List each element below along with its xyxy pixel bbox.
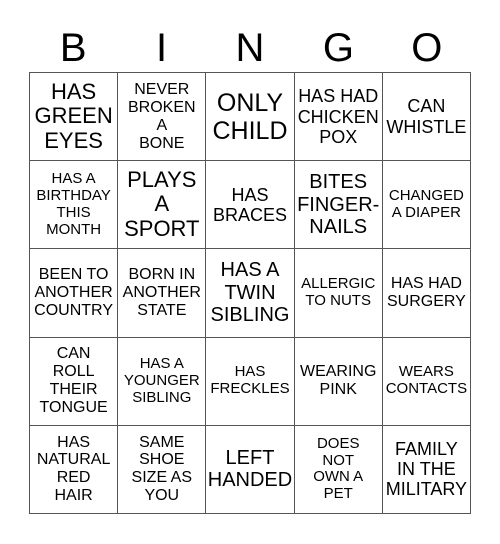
cell-text: HAS GREEN EYES [34, 78, 113, 153]
cell-text: NEVER BROKEN A BONE [128, 80, 196, 152]
bingo-cell[interactable]: HAS A BIRTHDAY THIS MONTH [30, 161, 119, 250]
bingo-cell[interactable]: BORN IN ANOTHER STATE [118, 249, 207, 338]
bingo-cell[interactable]: WEARING PINK [294, 337, 383, 426]
cell-text: HAS A YOUNGER SIBLING [123, 355, 200, 406]
cell-text: HAS HAD SURGERY [386, 275, 466, 310]
cell-text: BITES FINGER- NAILS [297, 171, 380, 238]
cell-text: HAS A BIRTHDAY THIS MONTH [36, 170, 111, 238]
cell-text: ONLY CHILD [212, 88, 288, 145]
cell-text: WEARING PINK [299, 363, 377, 399]
bingo-cell[interactable]: HAS HAD SURGERY [382, 249, 471, 338]
bingo-cell[interactable]: FAMILY IN THE MILITARY [382, 425, 471, 514]
cell-text: HAS HAD CHICKEN POX [297, 86, 379, 147]
bingo-cell[interactable]: PLAYS A SPORT [118, 161, 207, 250]
bingo-cell[interactable]: CHANGED A DIAPER [382, 161, 471, 250]
header-letter-o: O [411, 26, 443, 70]
cell-text: BORN IN ANOTHER STATE [122, 266, 201, 319]
header-letter-n: N [235, 26, 265, 70]
bingo-cell[interactable]: NEVER BROKEN A BONE [118, 73, 207, 162]
bingo-cell[interactable]: HAS FRECKLES [206, 337, 295, 426]
bingo-cell[interactable]: DOES NOT OWN A PET [294, 425, 383, 514]
bingo-header: B I N G O [29, 24, 471, 72]
bingo-cell[interactable]: ALLERGIC TO NUTS [294, 249, 383, 338]
cell-text: WEARS CONTACTS [385, 363, 468, 398]
bingo-cell[interactable]: SAME SHOE SIZE AS YOU [118, 425, 207, 514]
cell-text: CAN ROLL THEIR TONGUE [39, 345, 108, 417]
bingo-cell[interactable]: CAN ROLL THEIR TONGUE [30, 337, 119, 426]
bingo-cell[interactable]: HAS GREEN EYES [30, 73, 119, 162]
bingo-cell[interactable]: HAS HAD CHICKEN POX [294, 73, 383, 162]
bingo-cell[interactable]: HAS NATURAL RED HAIR [30, 425, 119, 514]
cell-text: CHANGED A DIAPER [388, 186, 464, 221]
bingo-grid: HAS GREEN EYES NEVER BROKEN A BONE ONLY … [29, 72, 471, 514]
header-letter-g: G [322, 26, 354, 70]
bingo-cell[interactable]: BEEN TO ANOTHER COUNTRY [30, 249, 119, 338]
bingo-cell[interactable]: BITES FINGER- NAILS [294, 161, 383, 250]
cell-text: HAS FRECKLES [210, 363, 290, 398]
bingo-cell[interactable]: HAS A TWIN SIBLING [206, 249, 295, 338]
cell-text: FAMILY IN THE MILITARY [385, 439, 468, 500]
bingo-cell[interactable]: ONLY CHILD [206, 73, 295, 162]
bingo-cell[interactable]: HAS A YOUNGER SIBLING [118, 337, 207, 426]
bingo-cell[interactable]: CAN WHISTLE [382, 73, 471, 162]
bingo-cell[interactable]: HAS BRACES [206, 161, 295, 250]
bingo-cell[interactable]: LEFT HANDED [206, 425, 295, 514]
cell-text: DOES NOT OWN A PET [313, 434, 364, 503]
header-letter-b: B [59, 26, 87, 70]
cell-text: PLAYS A SPORT [124, 166, 200, 242]
cell-text: SAME SHOE SIZE AS YOU [131, 433, 193, 505]
cell-text: LEFT HANDED [207, 447, 293, 492]
cell-text: HAS BRACES [212, 184, 287, 225]
cell-text: ALLERGIC TO NUTS [301, 275, 376, 309]
header-letter-i: I [156, 26, 168, 70]
bingo-cell[interactable]: WEARS CONTACTS [382, 337, 471, 426]
cell-text: HAS NATURAL RED HAIR [36, 433, 111, 505]
cell-text: BEEN TO ANOTHER COUNTRY [34, 266, 113, 319]
cell-text: HAS A TWIN SIBLING [210, 259, 290, 327]
cell-text: CAN WHISTLE [386, 96, 467, 137]
